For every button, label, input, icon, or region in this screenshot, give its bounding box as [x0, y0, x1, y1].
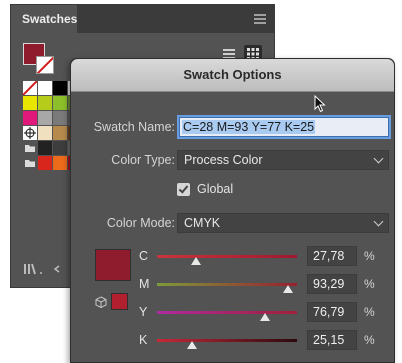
gamut-warning[interactable]: [95, 293, 129, 313]
pointer-cursor-icon: [314, 95, 326, 113]
swatch[interactable]: [53, 81, 67, 95]
channel-value-input[interactable]: 93,29: [307, 274, 357, 294]
slider-thumb[interactable]: [259, 313, 270, 321]
percent-label: %: [364, 249, 375, 263]
swatch[interactable]: [23, 96, 37, 110]
swatch-name-input[interactable]: C=28 M=93 Y=77 K=25: [179, 117, 389, 137]
chevron-down-icon: [373, 153, 384, 164]
swatch-none[interactable]: [22, 80, 38, 96]
fill-stroke-widget[interactable]: [23, 43, 57, 77]
panel-bottom-bar: [23, 262, 63, 279]
dialog-title: Swatch Options: [71, 59, 394, 92]
swatch[interactable]: [38, 141, 52, 155]
color-mode-select[interactable]: CMYK: [177, 213, 389, 233]
swatch[interactable]: [53, 111, 67, 125]
swatch[interactable]: [38, 81, 52, 95]
tab-swatches[interactable]: Swatches: [11, 5, 77, 33]
channel-slider[interactable]: [157, 283, 297, 293]
global-label: Global: [197, 182, 234, 196]
percent-label: %: [364, 333, 375, 347]
channel-label: K: [139, 333, 148, 347]
folder-icon[interactable]: [23, 156, 37, 170]
color-preview: [95, 249, 131, 281]
global-checkbox[interactable]: [177, 183, 190, 196]
color-type-value: Process Color: [184, 153, 263, 167]
swatch[interactable]: [38, 96, 52, 110]
channel-value-input[interactable]: 76,79: [307, 302, 357, 322]
color-type-label: Color Type:: [111, 153, 175, 167]
channel-slider[interactable]: [157, 339, 297, 349]
channel-value-input[interactable]: 27,78: [307, 246, 357, 266]
channel-label: C: [139, 249, 149, 263]
swatch[interactable]: [38, 126, 52, 140]
channel-slider[interactable]: [157, 311, 297, 321]
channel-label: Y: [139, 305, 148, 319]
library-icon[interactable]: [23, 262, 63, 276]
percent-label: %: [364, 277, 375, 291]
percent-label: %: [364, 305, 375, 319]
cube-icon: [95, 296, 107, 308]
swatch-name-label: Swatch Name:: [93, 120, 175, 134]
channel-label: M: [139, 277, 150, 291]
swatch[interactable]: [23, 111, 37, 125]
swatch[interactable]: [53, 126, 67, 140]
swatch[interactable]: [53, 156, 67, 170]
panel-menu-icon[interactable]: [254, 14, 266, 24]
channel-value-input[interactable]: 25,15: [307, 330, 357, 350]
slider-thumb[interactable]: [187, 341, 198, 349]
stroke-swatch[interactable]: [36, 56, 54, 74]
swatch[interactable]: [53, 96, 67, 110]
swatch-registration[interactable]: [23, 126, 37, 140]
swatch[interactable]: [53, 141, 67, 155]
channel-slider[interactable]: [157, 255, 297, 265]
swatch-options-dialog: Swatch Options Swatch Name: C=28 M=93 Y=…: [70, 58, 395, 363]
color-type-select[interactable]: Process Color: [177, 150, 389, 170]
swatch-name-value: C=28 M=93 Y=77 K=25: [182, 120, 316, 134]
color-mode-label: Color Mode:: [106, 216, 175, 230]
color-mode-value: CMYK: [184, 216, 221, 230]
chevron-down-icon: [373, 216, 384, 227]
slider-thumb[interactable]: [282, 285, 293, 293]
gamut-color-chip[interactable]: [111, 293, 128, 310]
swatch[interactable]: [38, 111, 52, 125]
slider-thumb[interactable]: [190, 257, 201, 265]
folder-icon[interactable]: [23, 141, 37, 155]
swatch[interactable]: [38, 156, 52, 170]
panel-tab-bar: Swatches: [11, 5, 274, 33]
